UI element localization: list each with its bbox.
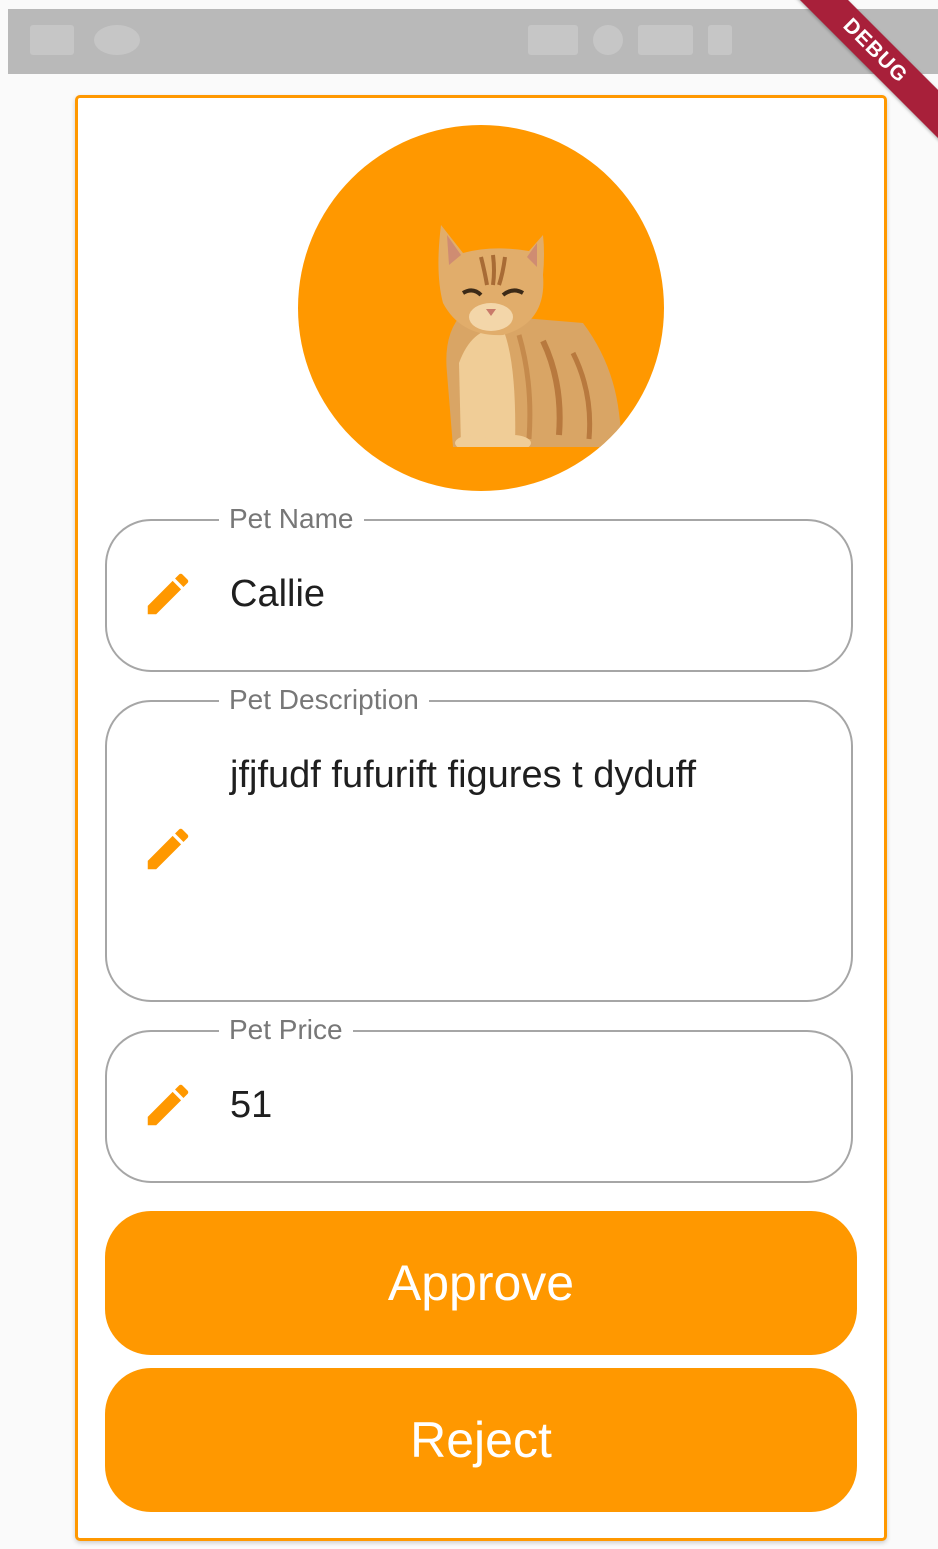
network-icon (638, 25, 693, 55)
notification-icon (30, 25, 74, 55)
pet-review-card: Pet Name Callie Pet Description jfjfudf … (75, 95, 887, 1541)
pet-price-label: Pet Price (219, 1010, 353, 1050)
pet-description-label: Pet Description (219, 680, 429, 720)
battery-icon (708, 25, 732, 55)
signal-icon (528, 25, 578, 55)
media-icon (94, 25, 140, 55)
pet-name-input[interactable]: Callie (230, 573, 325, 616)
pencil-icon (147, 1084, 189, 1126)
status-bar (8, 9, 938, 74)
pet-price-field[interactable]: Pet Price 51 (105, 1010, 853, 1183)
approve-button[interactable]: Approve (105, 1211, 857, 1355)
pencil-icon (147, 573, 189, 615)
pet-name-field[interactable]: Pet Name Callie (105, 499, 853, 672)
pencil-icon (147, 828, 189, 870)
pet-price-input[interactable]: 51 (230, 1084, 272, 1127)
pet-description-field[interactable]: Pet Description jfjfudf fufurift figures… (105, 680, 853, 1002)
reject-button[interactable]: Reject (105, 1368, 857, 1512)
sim-icon (593, 25, 623, 55)
pet-avatar[interactable] (298, 125, 664, 491)
cat-photo (438, 225, 623, 447)
pet-description-input[interactable]: jfjfudf fufurift figures t dyduff (230, 754, 696, 797)
pet-name-label: Pet Name (219, 499, 364, 539)
